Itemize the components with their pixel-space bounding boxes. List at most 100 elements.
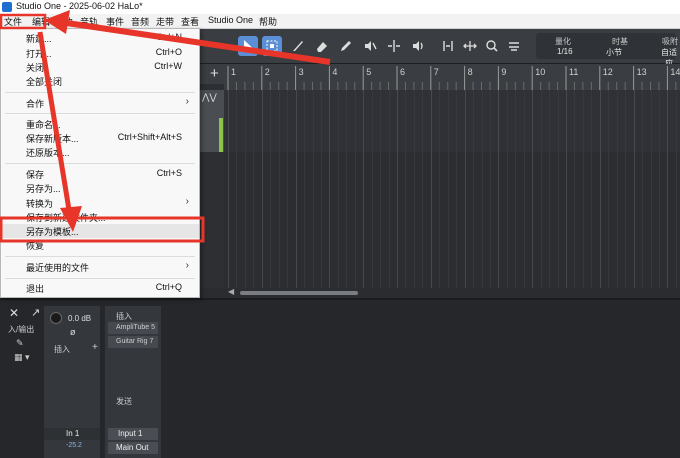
file-menu-rename[interactable]: 重命名... (1, 117, 199, 131)
expand-icon[interactable]: ↗ (31, 306, 40, 319)
zoom-icon (486, 40, 498, 52)
grid-line (304, 90, 306, 290)
zoom-button[interactable] (482, 36, 502, 56)
file-menu-recent-files[interactable]: 最近使用的文件 › (1, 260, 199, 274)
file-menu-close-all[interactable]: 全部关闭 (1, 74, 199, 88)
grid-line (346, 90, 348, 290)
pencil-icon (341, 41, 351, 51)
track-header[interactable]: ⋀⋁ (198, 90, 224, 152)
file-menu-collaborate[interactable]: 合作 › (1, 96, 199, 110)
file-menu-restore[interactable]: 恢复 (1, 238, 199, 252)
arrange-view[interactable] (224, 90, 680, 290)
grid-line (675, 90, 677, 290)
file-menu-save-to-new-folder[interactable]: 保存到新建文件夹... (1, 210, 199, 224)
grid-line (422, 90, 424, 290)
wrench-icon[interactable]: ✎ (16, 338, 24, 349)
grid-line (616, 90, 618, 290)
add-insert-icon[interactable]: + (92, 342, 98, 353)
grid-line (287, 90, 289, 290)
grid-line (506, 90, 508, 290)
menu-help[interactable]: 帮助 (259, 15, 277, 28)
gain-knob-icon[interactable] (50, 312, 62, 324)
grid-line (489, 90, 491, 290)
phase-button[interactable]: ø (70, 327, 76, 337)
horizontal-scrollbar[interactable]: ◀ (198, 287, 680, 298)
grid-line (413, 90, 415, 290)
file-menu-save[interactable]: 保存 Ctrl+S (1, 167, 199, 181)
grid-line (566, 90, 567, 290)
menu-audio[interactable]: 音频 (131, 15, 149, 28)
file-menu: 新建... Ctrl+N 打开... Ctrl+O 关闭 Ctrl+W 全部关闭… (0, 28, 200, 298)
ruler-number: 2 (265, 67, 270, 77)
menu-studio-one[interactable]: Studio One (208, 15, 253, 25)
timebase-value[interactable]: 小节 (606, 47, 622, 58)
file-menu-save-as-template[interactable]: 另存为模板... (1, 224, 199, 238)
menu-separator (5, 256, 195, 257)
file-menu-close[interactable]: 关闭 Ctrl+W (1, 60, 199, 74)
plugin-name-2: Guitar Rig 7 (116, 338, 154, 345)
scrollbar-thumb[interactable] (240, 291, 358, 295)
file-menu-exit[interactable]: 退出 Ctrl+Q (1, 281, 199, 295)
grid-line (253, 90, 255, 290)
grid-line (481, 90, 483, 290)
listen-tool-button[interactable] (408, 36, 428, 56)
bend-icon (388, 40, 400, 52)
range-select-icon (266, 40, 278, 52)
file-menu-new[interactable]: 新建... Ctrl+N (1, 31, 199, 45)
stretch-button[interactable] (460, 36, 480, 56)
file-menu-open[interactable]: 打开... Ctrl+O (1, 46, 199, 60)
split-tool-button[interactable] (288, 36, 308, 56)
autoscroll-button[interactable] (504, 36, 524, 56)
chevron-right-icon: › (185, 96, 189, 107)
quantize-value[interactable]: 1/16 (557, 47, 573, 56)
stretch-icon (463, 41, 477, 51)
file-menu-save-as[interactable]: 另存为... (1, 181, 199, 195)
menu-view[interactable]: 查看 (181, 15, 199, 28)
grid-line (515, 90, 517, 290)
grid-line (363, 90, 365, 290)
mute-tool-button[interactable] (360, 36, 380, 56)
split-arrows-icon (443, 41, 453, 51)
scroll-left-icon[interactable]: ◀ (228, 287, 234, 296)
menu-separator (5, 278, 195, 279)
track-lane[interactable] (224, 90, 680, 152)
menu-song[interactable]: 曲 (64, 15, 73, 28)
timeline-ruler[interactable]: 1 2 3 4 5 6 7 8 9 10 11 12 13 14 (224, 64, 680, 91)
menu-transport[interactable]: 走带 (156, 15, 174, 28)
file-menu-convert-to[interactable]: 转换为 › (1, 196, 199, 210)
file-menu-save-new-version[interactable]: 保存新版本... Ctrl+Shift+Alt+S (1, 131, 199, 145)
grid-line (278, 90, 280, 290)
ruler-number: 1 (231, 67, 236, 77)
grid-line (549, 90, 551, 290)
title-bar: Studio One - 2025-06-02 HaLo* (0, 0, 680, 14)
menu-track[interactable]: 音轨 (80, 15, 98, 28)
close-icon[interactable]: ✕ (9, 306, 19, 320)
track-color-bar (219, 118, 223, 152)
arrow-tool-button[interactable] (238, 36, 258, 56)
bend-tool-button[interactable] (384, 36, 404, 56)
grid-line (608, 90, 610, 290)
range-tool-button[interactable] (262, 36, 282, 56)
grid-line (447, 90, 449, 290)
menu-separator (5, 163, 195, 164)
add-track-icon[interactable]: + (210, 65, 219, 82)
loop-follow-button[interactable] (438, 36, 458, 56)
menu-edit[interactable]: 编辑 (32, 15, 50, 28)
grid-line (236, 90, 238, 290)
app-icon (2, 2, 12, 12)
io-label: 入/输出 (8, 325, 35, 334)
ruler-number: 8 (468, 67, 473, 77)
eraser-tool-button[interactable] (312, 36, 332, 56)
menu-file[interactable]: 文件 (4, 15, 22, 28)
routing-icon[interactable]: ▦ ▾ (14, 352, 30, 363)
autoscroll-icon (509, 42, 519, 51)
grid-line (599, 90, 601, 290)
grid-line (658, 90, 660, 290)
grid-line (456, 90, 458, 290)
ruler-number: 9 (501, 67, 506, 77)
chevron-right-icon: › (185, 260, 189, 271)
ruler-number: 14 (670, 67, 680, 77)
paint-tool-button[interactable] (336, 36, 356, 56)
menu-event[interactable]: 事件 (106, 15, 124, 28)
file-menu-revert-version[interactable]: 还原版本... (1, 145, 199, 159)
